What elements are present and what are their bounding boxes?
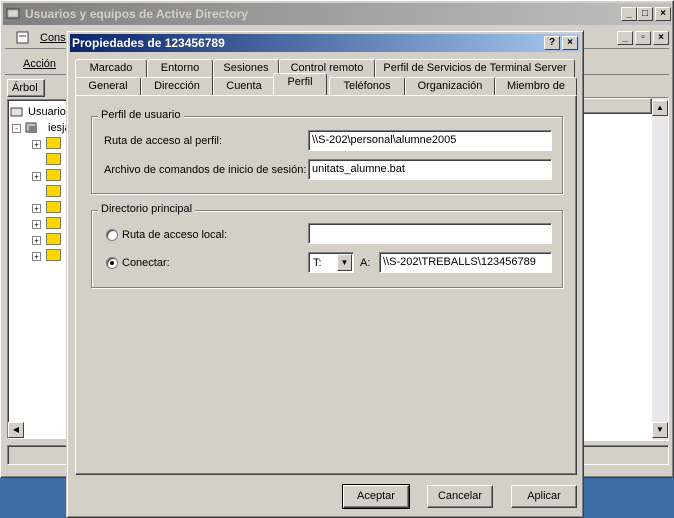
tab-cuenta[interactable]: Cuenta — [213, 77, 275, 97]
connect-radio[interactable] — [106, 257, 118, 269]
menu-action[interactable]: Acción — [23, 58, 56, 70]
folder-icon — [46, 217, 61, 229]
logon-script-label: Archivo de comandos de inicio de sesión: — [104, 164, 307, 176]
tab-telefonos[interactable]: Teléfonos — [329, 77, 405, 97]
tab-panel-perfil: Perfil de usuario Ruta de acceso al perf… — [75, 95, 577, 475]
minimize-icon[interactable]: _ — [621, 7, 637, 21]
help-button[interactable]: ? — [544, 36, 560, 50]
details-pane[interactable]: ▲ ▼ — [581, 97, 669, 441]
tab-miembro-de[interactable]: Miembro de — [495, 77, 577, 97]
tab-entorno[interactable]: Entorno — [147, 59, 213, 79]
profile-path-label: Ruta de acceso al perfil: — [104, 135, 223, 147]
radio-selected-dot — [110, 261, 114, 265]
scroll-down-icon[interactable]: ▼ — [652, 422, 668, 438]
folder-icon — [46, 153, 61, 165]
tree-root[interactable]: Usuarios — [28, 106, 71, 118]
mmc-title: Usuarios y equipos de Active Directory — [25, 7, 248, 21]
tree-tab[interactable]: Árbol — [7, 79, 45, 97]
profile-group: Perfil de usuario Ruta de acceso al perf… — [91, 109, 563, 194]
tab-marcado[interactable]: Marcado — [75, 59, 147, 79]
folder-icon — [46, 233, 61, 245]
expand-icon[interactable]: + — [32, 252, 41, 261]
local-path-label: Ruta de acceso local: — [122, 229, 228, 241]
properties-dialog: Propiedades de 123456789 ? × Marcado Ent… — [66, 30, 584, 518]
apply-button[interactable]: Aplicar — [511, 485, 577, 508]
console-icon — [15, 30, 31, 46]
expand-icon[interactable]: - — [12, 124, 21, 133]
ok-button[interactable]: Aceptar — [342, 484, 410, 509]
folder-icon — [46, 201, 61, 213]
dialog-title-bar[interactable]: Propiedades de 123456789 ? × — [70, 34, 580, 52]
chevron-down-icon[interactable]: ▼ — [337, 254, 352, 271]
scroll-left-icon[interactable]: ◀ — [8, 422, 24, 438]
vertical-scrollbar[interactable]: ▲ ▼ — [652, 98, 668, 440]
tab-sesiones[interactable]: Sesiones — [213, 59, 279, 79]
expand-icon[interactable]: + — [32, 172, 41, 181]
profile-group-legend: Perfil de usuario — [98, 109, 184, 121]
logon-script-field[interactable]: unitats_alumne.bat — [308, 159, 552, 180]
folder-icon — [46, 185, 61, 197]
tab-direccion[interactable]: Dirección — [141, 77, 213, 97]
mmc-title-bar[interactable]: Usuarios y equipos de Active Directory _… — [3, 3, 671, 25]
profile-path-field[interactable]: \\S-202\personal\alumne2005 — [308, 130, 552, 151]
tab-general[interactable]: General — [75, 77, 141, 97]
maximize-icon[interactable]: □ — [637, 7, 653, 21]
connect-label: Conectar: — [122, 257, 170, 269]
child-close-icon[interactable]: × — [653, 31, 669, 45]
drive-select[interactable]: T: ▼ — [308, 252, 354, 273]
child-restore-icon[interactable]: ▫ — [635, 31, 651, 45]
folder-icon — [46, 137, 61, 149]
to-label: A: — [360, 257, 371, 269]
tab-perfil[interactable]: Perfil — [273, 73, 327, 95]
folder-icon — [46, 249, 61, 261]
domain-icon — [24, 121, 40, 138]
tree-pane[interactable]: Usuarios - iesja + + + + + + ◀ — [7, 99, 71, 439]
expand-icon[interactable]: + — [32, 220, 41, 229]
folder-icon — [46, 169, 61, 181]
tab-perfil-terminal-server[interactable]: Perfil de Servicios de Terminal Server — [375, 59, 575, 79]
dialog-title: Propiedades de 123456789 — [72, 36, 225, 50]
tree-tab-label: Árbol — [12, 82, 38, 94]
cancel-button[interactable]: Cancelar — [427, 485, 493, 508]
active-directory-icon — [6, 6, 21, 21]
dialog-close-button[interactable]: × — [562, 36, 578, 50]
local-path-radio[interactable] — [106, 229, 118, 241]
home-directory-group: Directorio principal Ruta de acceso loca… — [91, 203, 563, 288]
users-icon — [10, 106, 24, 121]
expand-icon[interactable]: + — [32, 140, 41, 149]
scroll-up-icon[interactable]: ▲ — [652, 100, 668, 116]
child-minimize-icon[interactable]: _ — [617, 31, 633, 45]
tab-organizacion[interactable]: Organización — [405, 77, 495, 97]
local-path-field[interactable] — [308, 223, 552, 244]
expand-icon[interactable]: + — [32, 204, 41, 213]
expand-icon[interactable]: + — [32, 236, 41, 245]
close-icon[interactable]: × — [655, 7, 671, 21]
column-header[interactable] — [582, 98, 652, 114]
home-group-legend: Directorio principal — [98, 203, 196, 215]
drive-value: T: — [313, 257, 322, 269]
connect-path-field[interactable]: \\S-202\TREBALLS\123456789 — [379, 252, 552, 273]
